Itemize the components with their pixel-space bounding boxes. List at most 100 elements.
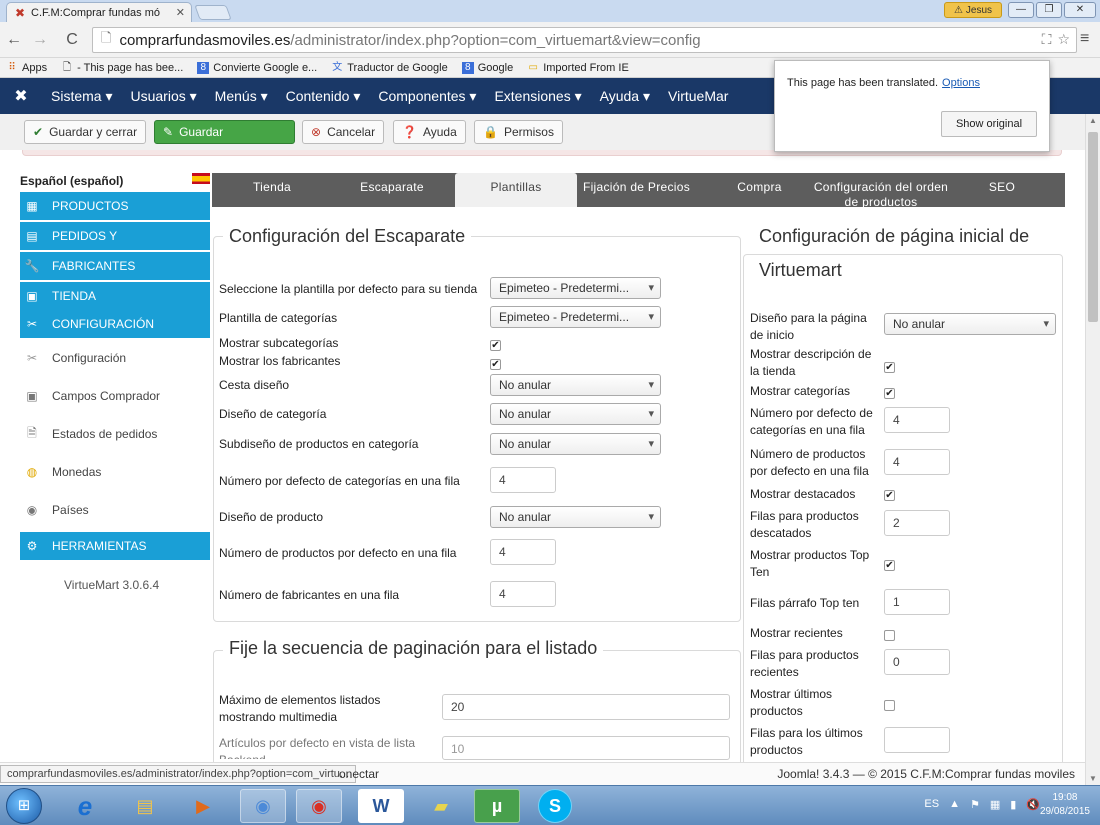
menu-virtuemart[interactable]: VirtueMar <box>659 88 737 104</box>
sidebar-item-configuracion[interactable]: ✂ CONFIGURACIÓN <box>20 310 210 338</box>
sidebar-subitem-estados-pedidos[interactable]: 🗎 Estados de pedidos <box>20 416 210 452</box>
category-layout-select[interactable]: No anular <box>490 403 661 425</box>
save-close-button[interactable]: ✔ Guardar y cerrar <box>24 120 147 144</box>
bookmark-apps[interactable]: ⠿ Apps <box>6 62 47 74</box>
sticky-notes-icon[interactable]: ▰ <box>418 789 464 823</box>
show-featured-checkbox[interactable]: ✔ <box>884 490 895 501</box>
tab-seo[interactable]: SEO <box>962 173 1042 207</box>
chrome-menu-icon[interactable]: ≡ <box>1080 30 1089 48</box>
menu-contenido[interactable]: Contenido ▾ <box>277 88 370 105</box>
max-items-input[interactable]: 20 <box>442 694 730 720</box>
media-player-icon[interactable]: ▶ <box>180 789 226 823</box>
sidebar-subitem-campos-comprador[interactable]: ▣ Campos Comprador <box>20 378 210 414</box>
volume-muted-icon[interactable]: 🔇 <box>1026 798 1040 811</box>
tab-close-icon[interactable]: ✕ <box>176 6 185 19</box>
sidebar-subitem-configuracion[interactable]: ✂ Configuración <box>20 340 210 376</box>
utorrent-icon[interactable]: µ <box>474 789 520 823</box>
show-subcategories-checkbox[interactable]: ✔ <box>490 340 501 351</box>
category-template-select[interactable]: Epimeteo - Predetermi... <box>490 306 661 328</box>
topten-rows-input[interactable]: 1 <box>884 589 950 615</box>
sidebar-item-productos[interactable]: ▦ PRODUCTOS <box>20 192 210 220</box>
sidebar-subitem-monedas[interactable]: ◍ Monedas <box>20 454 210 490</box>
help-button[interactable]: ❓ Ayuda <box>393 120 466 144</box>
tab-orden-productos[interactable]: Configuración del orden de productos <box>812 173 950 207</box>
reload-icon[interactable]: C <box>62 30 82 50</box>
tab-fijacion-precios[interactable]: Fijación de Precios <box>574 173 699 207</box>
recent-rows-input[interactable]: 0 <box>884 649 950 675</box>
default-list-items-input[interactable]: 10 <box>442 736 730 760</box>
bookmark-traductor[interactable]: 文 Traductor de Google <box>331 62 447 74</box>
product-sublayout-select[interactable]: No anular <box>490 433 661 455</box>
home-categories-per-row-input[interactable]: 4 <box>884 407 950 433</box>
sidebar-item-pedidos[interactable]: ▤ PEDIDOS Y <box>20 222 210 250</box>
address-bar[interactable]: 🗋 comprarfundasmoviles.es/administrator/… <box>92 27 1077 53</box>
cart-layout-select[interactable]: No anular <box>490 374 661 396</box>
start-button[interactable]: ⊞ <box>6 788 42 824</box>
minimize-button[interactable]: — <box>1008 2 1034 18</box>
tray-arrow-icon[interactable]: ▲ <box>949 798 960 811</box>
latest-rows-input[interactable] <box>884 727 950 753</box>
sidebar-item-fabricantes[interactable]: 🔧 FABRICANTES <box>20 252 210 280</box>
show-latest-checkbox[interactable] <box>884 700 895 711</box>
sidebar-item-herramientas[interactable]: ⚙ HERRAMIENTAS <box>20 532 210 560</box>
product-layout-select[interactable]: No anular <box>490 506 661 528</box>
show-recent-checkbox[interactable] <box>884 630 895 641</box>
bookmark-imported-folder[interactable]: ▭ Imported From IE <box>527 62 628 74</box>
products-per-row-input[interactable]: 4 <box>490 539 556 565</box>
tab-tienda[interactable]: Tienda <box>222 173 322 207</box>
permissions-button[interactable]: 🔒 Permisos <box>474 120 563 144</box>
back-icon[interactable]: ← <box>4 30 24 50</box>
signal-icon[interactable]: ▮ <box>1010 798 1016 811</box>
skype-icon[interactable]: S <box>538 789 572 823</box>
browser-tab[interactable]: ✖ C.F.M:Comprar fundas mó ✕ <box>6 2 192 22</box>
menu-extensiones[interactable]: Extensiones ▾ <box>485 88 590 105</box>
chrome-window-icon[interactable]: ◉ <box>240 789 286 823</box>
maximize-button[interactable]: ❐ <box>1036 2 1062 18</box>
show-store-desc-checkbox[interactable]: ✔ <box>884 362 895 373</box>
scroll-up-icon[interactable]: ▲ <box>1089 116 1097 125</box>
forward-icon[interactable]: → <box>30 30 50 50</box>
show-manufacturers-checkbox[interactable]: ✔ <box>490 359 501 370</box>
scroll-thumb[interactable] <box>1088 132 1098 322</box>
internet-explorer-icon[interactable]: e <box>62 789 108 823</box>
bookmark-google[interactable]: 8 Google <box>461 61 513 74</box>
sidebar-subitem-paises[interactable]: ◉ Países <box>20 492 210 528</box>
tab-escaparate[interactable]: Escaparate <box>342 173 442 207</box>
tab-compra[interactable]: Compra <box>712 173 807 207</box>
featured-rows-input[interactable]: 2 <box>884 510 950 536</box>
star-icon[interactable]: ☆ <box>1057 31 1070 48</box>
clock[interactable]: 19:08 29/08/2015 <box>1040 791 1090 819</box>
chrome-icon[interactable]: ◉ <box>296 789 342 823</box>
manufacturers-per-row-input[interactable]: 4 <box>490 581 556 607</box>
menu-ayuda[interactable]: Ayuda ▾ <box>591 88 659 105</box>
menu-menus[interactable]: Menús ▾ <box>206 88 277 105</box>
translate-icon[interactable]: ⛶ <box>1042 31 1052 48</box>
show-topten-checkbox[interactable]: ✔ <box>884 560 895 571</box>
file-explorer-icon[interactable]: ▤ <box>122 789 168 823</box>
tab-plantillas[interactable]: Plantillas <box>455 173 577 207</box>
new-tab-button[interactable] <box>194 5 232 20</box>
scroll-down-icon[interactable]: ▼ <box>1089 774 1097 783</box>
page-scrollbar[interactable]: ▲ ▼ <box>1085 114 1100 785</box>
flag-icon[interactable]: ⚑ <box>970 798 980 811</box>
network-icon[interactable]: ▦ <box>990 798 1000 811</box>
word-icon[interactable]: W <box>358 789 404 823</box>
menu-usuarios[interactable]: Usuarios ▾ <box>122 88 206 105</box>
sidebar-item-tienda[interactable]: ▣ TIENDA <box>20 282 210 310</box>
save-button[interactable]: ✎ Guardar <box>154 120 295 144</box>
bookmark-convierte-google[interactable]: 8 Convierte Google e... <box>197 61 317 74</box>
bookmark-translated-page[interactable]: 🗋 - This page has bee... <box>61 62 183 74</box>
show-categories-checkbox[interactable]: ✔ <box>884 388 895 399</box>
profile-button[interactable]: ⚠ Jesus <box>944 2 1002 18</box>
language-indicator[interactable]: ES <box>924 798 939 811</box>
spain-flag-icon[interactable] <box>192 173 210 184</box>
joomla-logo-icon[interactable]: ✖ <box>0 86 42 106</box>
home-products-per-row-input[interactable]: 4 <box>884 449 950 475</box>
categories-per-row-input[interactable]: 4 <box>490 467 556 493</box>
default-template-select[interactable]: Epimeteo - Predetermi... <box>490 277 661 299</box>
show-original-button[interactable]: Show original <box>941 111 1037 137</box>
close-window-button[interactable]: ✕ <box>1064 2 1096 18</box>
translate-options-link[interactable]: Options <box>942 77 980 89</box>
menu-componentes[interactable]: Componentes ▾ <box>369 88 485 105</box>
cancel-button[interactable]: ⊗ Cancelar <box>302 120 385 144</box>
